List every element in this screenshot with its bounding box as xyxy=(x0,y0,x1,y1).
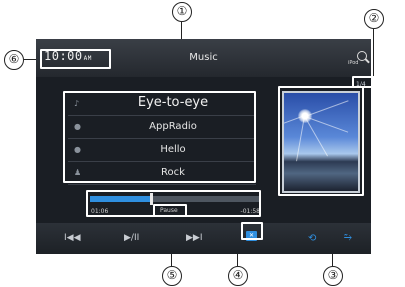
next-button[interactable]: ▶▶I xyxy=(186,233,203,243)
play-pause-button[interactable]: ▶/II xyxy=(124,233,139,243)
repeat-button[interactable]: ⟲ xyxy=(308,233,316,244)
callout-1: ① xyxy=(172,2,192,22)
highlight-tags xyxy=(63,91,256,183)
seek-button[interactable]: ⥲ xyxy=(344,232,352,243)
highlight-artwork xyxy=(278,86,364,196)
highlight-pause xyxy=(153,204,187,217)
callout-4: ④ xyxy=(228,266,248,286)
callout-2-leader xyxy=(373,29,374,81)
highlight-shuffle xyxy=(241,222,263,240)
search-icon xyxy=(357,51,367,61)
callout-2: ② xyxy=(364,9,384,29)
control-bar: I◀◀ ▶/II ▶▶I ✕ ⟲ ⥲ xyxy=(36,223,371,254)
callout-3: ③ xyxy=(323,266,343,286)
previous-button[interactable]: I◀◀ xyxy=(64,233,81,243)
callout-5: ⑤ xyxy=(162,266,182,286)
callout-6: ⑥ xyxy=(4,50,24,70)
highlight-clock xyxy=(40,49,111,69)
source-label: iPod xyxy=(348,60,359,66)
